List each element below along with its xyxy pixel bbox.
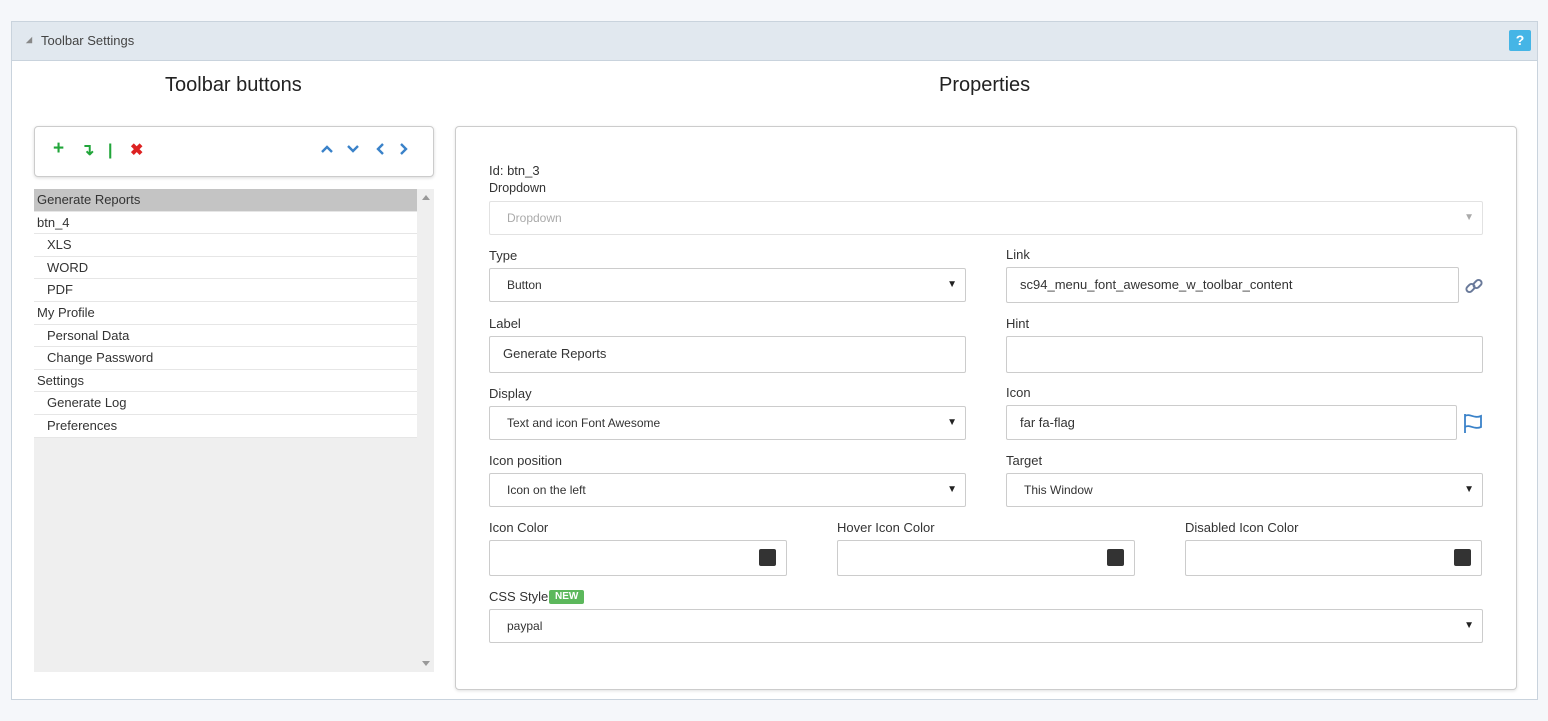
type-value: Button xyxy=(507,278,542,292)
css-style-label: CSS Style xyxy=(489,589,549,604)
chevron-down-icon: ▼ xyxy=(1464,484,1474,495)
label-input[interactable]: Generate Reports xyxy=(489,336,966,373)
hint-label: Hint xyxy=(1006,316,1030,331)
icon-position-label: Icon position xyxy=(489,453,562,468)
link-value: sc94_menu_font_awesome_w_toolbar_content xyxy=(1020,277,1293,292)
add-icon[interactable]: + xyxy=(53,139,64,159)
hover-icon-color-input[interactable] xyxy=(837,540,1135,576)
color-swatch-icon[interactable] xyxy=(1454,549,1471,566)
tree-item[interactable]: btn_4 xyxy=(34,212,417,235)
icon-position-value: Icon on the left xyxy=(507,483,586,497)
button-tree: Generate Reports btn_4 XLS WORD PDF My Profil… xyxy=(34,189,434,672)
toolbar-settings-panel: Toolbar Settings ? Toolbar buttons Prope… xyxy=(11,21,1538,700)
tree-item[interactable]: Settings xyxy=(34,370,417,393)
move-up-icon[interactable] xyxy=(319,141,335,163)
tree-list: Generate Reports btn_4 XLS WORD PDF My Profil… xyxy=(34,189,417,438)
chevron-down-icon: ▼ xyxy=(1464,212,1474,223)
label-label: Label xyxy=(489,316,521,331)
label-value: Generate Reports xyxy=(503,346,607,361)
button-id: Id: btn_3 xyxy=(489,163,540,178)
tree-item[interactable]: Change Password xyxy=(34,347,417,370)
type-select[interactable]: Button ▼ xyxy=(489,268,966,302)
disabled-icon-color-input[interactable] xyxy=(1185,540,1482,576)
move-down-icon[interactable] xyxy=(345,141,361,163)
separator-icon[interactable]: | xyxy=(108,141,112,161)
tree-item[interactable]: PDF xyxy=(34,279,417,302)
scroll-down-icon[interactable] xyxy=(422,661,430,666)
icon-color-label: Icon Color xyxy=(489,520,549,535)
scroll-up-icon[interactable] xyxy=(422,195,430,200)
disabled-icon-color-label: Disabled Icon Color xyxy=(1185,520,1299,535)
hover-icon-color-label: Hover Icon Color xyxy=(837,520,935,535)
display-select[interactable]: Text and icon Font Awesome ▼ xyxy=(489,406,966,440)
tree-toolbar: + ↴ | ✖ xyxy=(34,126,434,177)
tree-item[interactable]: Personal Data xyxy=(34,325,417,348)
flag-icon[interactable] xyxy=(1462,412,1484,439)
display-label: Display xyxy=(489,386,532,401)
toolbar-buttons-title: Toolbar buttons xyxy=(165,74,302,96)
dropdown-label: Dropdown xyxy=(489,181,546,195)
tree-item[interactable]: My Profile xyxy=(34,302,417,325)
chevron-down-icon: ▼ xyxy=(947,484,957,495)
color-swatch-icon[interactable] xyxy=(759,549,776,566)
target-value: This Window xyxy=(1024,483,1093,497)
delete-icon[interactable]: ✖ xyxy=(130,141,143,161)
chevron-down-icon: ▼ xyxy=(947,279,957,290)
color-swatch-icon[interactable] xyxy=(1107,549,1124,566)
move-right-icon[interactable] xyxy=(396,141,412,163)
hint-input[interactable] xyxy=(1006,336,1483,373)
chevron-down-icon: ▼ xyxy=(1464,620,1474,631)
dropdown-placeholder: Dropdown xyxy=(507,211,562,225)
tree-scrollbar[interactable] xyxy=(417,189,434,672)
target-select[interactable]: This Window ▼ xyxy=(1006,473,1483,507)
dropdown-select: Dropdown ▼ xyxy=(489,201,1483,235)
tree-item[interactable]: Generate Reports xyxy=(34,189,417,212)
link-input[interactable]: sc94_menu_font_awesome_w_toolbar_content xyxy=(1006,267,1459,303)
css-style-value: paypal xyxy=(507,619,543,633)
properties-box: Id: btn_3 Dropdown Dropdown ▼ Type Butto… xyxy=(455,126,1517,690)
move-left-icon[interactable] xyxy=(372,141,388,163)
link-label: Link xyxy=(1006,247,1030,262)
css-style-select[interactable]: paypal ▼ xyxy=(489,609,1483,643)
target-label: Target xyxy=(1006,453,1043,468)
help-button[interactable]: ? xyxy=(1509,30,1531,51)
icon-color-input[interactable] xyxy=(489,540,787,576)
icon-value: far fa-flag xyxy=(1020,415,1075,430)
panel-header[interactable]: Toolbar Settings ? xyxy=(12,22,1537,61)
properties-title: Properties xyxy=(939,74,1031,96)
link-icon[interactable] xyxy=(1464,276,1484,301)
insert-sub-icon[interactable]: ↴ xyxy=(81,141,94,161)
tree-item[interactable]: XLS xyxy=(34,234,417,257)
icon-position-select[interactable]: Icon on the left ▼ xyxy=(489,473,966,507)
tree-item[interactable]: Preferences xyxy=(34,415,417,438)
panel-title: Toolbar Settings xyxy=(41,33,135,48)
icon-input[interactable]: far fa-flag xyxy=(1006,405,1457,440)
chevron-down-icon: ▼ xyxy=(947,417,957,428)
tree-item[interactable]: WORD xyxy=(34,257,417,280)
tree-item[interactable]: Generate Log xyxy=(34,392,417,415)
new-badge: NEW xyxy=(549,590,585,604)
display-value: Text and icon Font Awesome xyxy=(507,416,661,430)
icon-label: Icon xyxy=(1006,385,1031,400)
type-label: Type xyxy=(489,248,518,263)
collapse-caret-icon[interactable] xyxy=(25,36,33,44)
